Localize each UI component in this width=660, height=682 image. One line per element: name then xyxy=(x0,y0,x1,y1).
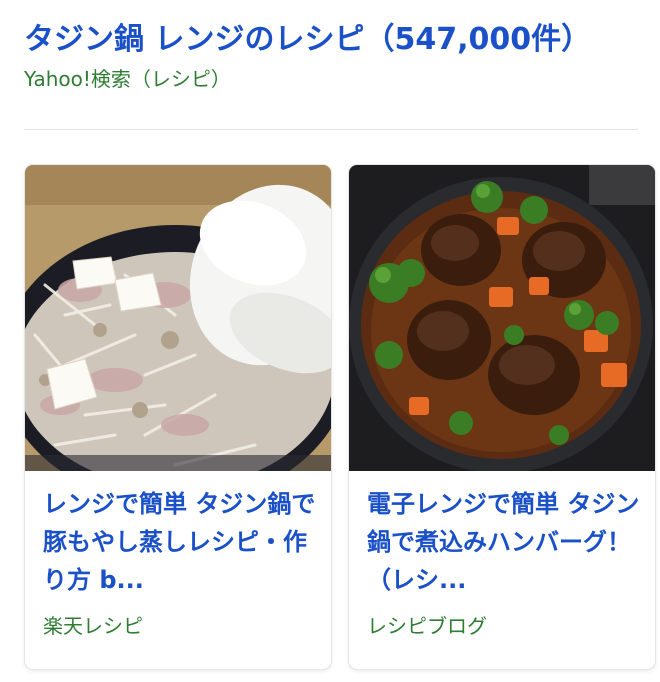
recipe-source-2: レシピブログ xyxy=(367,614,487,638)
result-source-label: Yahoo!検索（レシピ） xyxy=(24,67,231,91)
recipe-thumbnail-2[interactable] xyxy=(349,165,655,471)
result-title-link[interactable]: タジン鍋 レンジのレシピ（547,000件） xyxy=(24,16,644,64)
recipe-thumbnail-1[interactable] xyxy=(25,165,331,471)
search-result-header: タジン鍋 レンジのレシピ（547,000件） Yahoo!検索（レシピ） xyxy=(24,16,644,92)
tajine-pork-bean-sprouts-photo xyxy=(25,165,331,471)
recipe-title-2[interactable]: 電子レンジで簡単 タジン鍋で煮込みハンバーグ！（レシ... xyxy=(367,485,641,599)
recipe-card-1[interactable]: レンジで簡単 タジン鍋で豚もやし蒸しレシピ・作り方 b... 楽天レシピ xyxy=(25,165,331,669)
divider xyxy=(24,129,638,130)
recipe-card-2[interactable]: 電子レンジで簡単 タジン鍋で煮込みハンバーグ！（レシ... レシピブログ xyxy=(349,165,655,669)
recipe-title-1[interactable]: レンジで簡単 タジン鍋で豚もやし蒸しレシピ・作り方 b... xyxy=(43,485,317,599)
stewed-hamburger-steak-pot-photo xyxy=(349,165,655,471)
recipe-source-1: 楽天レシピ xyxy=(43,614,143,638)
